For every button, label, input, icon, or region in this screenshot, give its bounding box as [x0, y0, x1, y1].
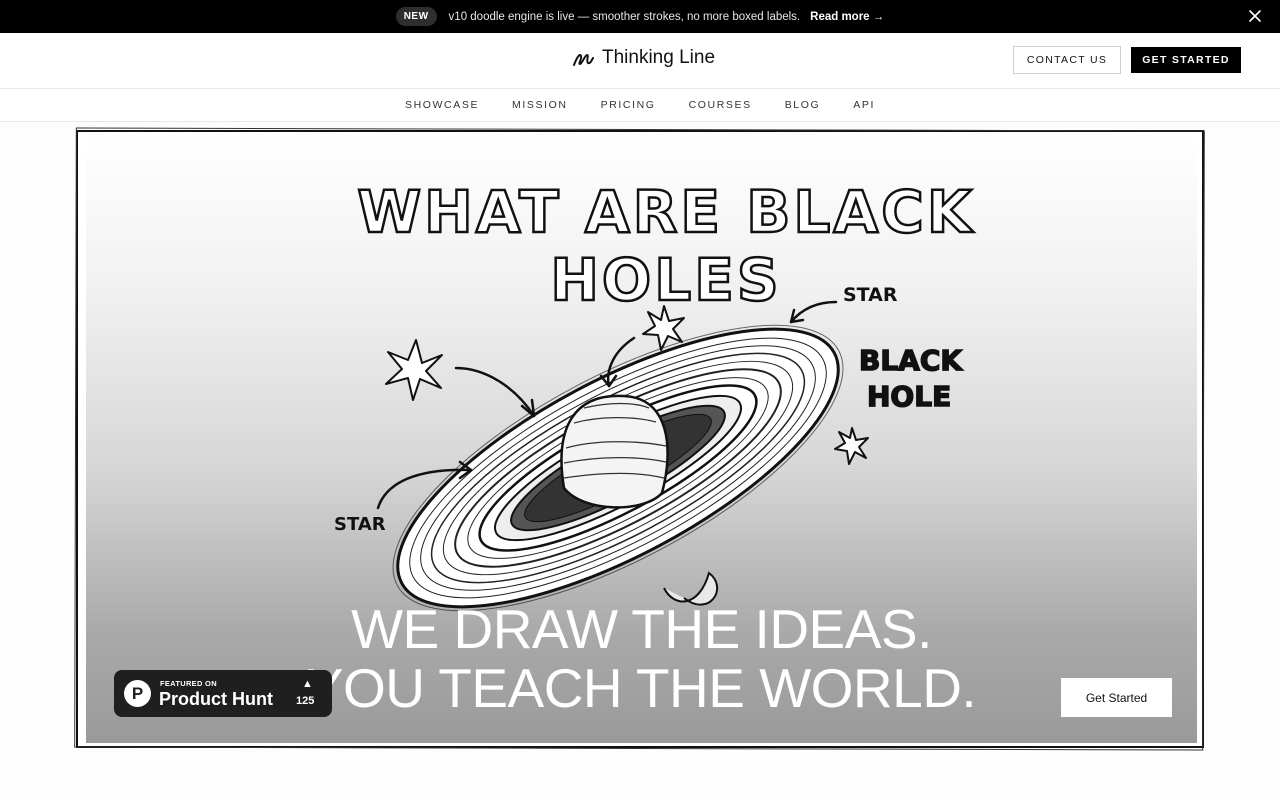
read-more-link[interactable]: Read more →	[810, 11, 884, 23]
upvote-icon: ▲	[302, 678, 313, 690]
get-started-button[interactable]: GET STARTED	[1131, 47, 1241, 73]
hero-get-started-button[interactable]: Get Started	[1061, 678, 1172, 717]
new-badge: NEW	[395, 7, 437, 26]
nav-item-api[interactable]: API	[853, 99, 875, 111]
main-nav: SHOWCASE MISSION PRICING COURSES BLOG AP…	[0, 89, 1280, 122]
product-hunt-logo-icon: P	[124, 680, 151, 707]
star-label-left: STAR	[334, 514, 386, 535]
star-icon	[834, 427, 869, 465]
announcement-message: v10 doodle engine is live — smoother str…	[448, 10, 801, 23]
brand-home-link[interactable]: Thinking Line	[572, 47, 715, 69]
nav-item-blog[interactable]: BLOG	[785, 99, 821, 111]
brand-name: Thinking Line	[602, 47, 716, 68]
nav-item-showcase[interactable]: SHOWCASE	[405, 99, 479, 111]
close-icon[interactable]	[1246, 7, 1264, 25]
nav-item-courses[interactable]: COURSES	[689, 99, 752, 111]
tagline-line-1: WE DRAW THE IDEAS.	[351, 598, 932, 660]
announcement-bar: NEW v10 doodle engine is live — smoother…	[0, 0, 1280, 33]
nav-item-pricing[interactable]: PRICING	[601, 99, 656, 111]
product-hunt-featured-text: FEATURED ON	[160, 679, 217, 688]
site-header: Thinking Line CONTACT US GET STARTED	[0, 33, 1280, 89]
hero-frame: STAR STAR BLACK HOLE WHAT ARE BLACK HOLE…	[76, 130, 1204, 748]
product-hunt-badge[interactable]: P FEATURED ON Product Hunt ▲ 125	[114, 670, 332, 717]
upvote-count: 125	[296, 695, 315, 707]
hero-section: STAR STAR BLACK HOLE WHAT ARE BLACK HOLE…	[86, 138, 1197, 743]
black-hole-label-line2: HOLE	[867, 380, 951, 413]
doodle-title: WHAT ARE BLACK HOLES	[356, 177, 975, 316]
product-hunt-name: Product Hunt	[159, 689, 273, 709]
scribble-logo-icon	[572, 47, 594, 69]
nav-item-mission[interactable]: MISSION	[512, 99, 568, 111]
black-hole-label-line1: BLACK	[859, 344, 963, 377]
contact-us-button[interactable]: CONTACT US	[1013, 46, 1121, 74]
star-icon	[385, 339, 443, 401]
